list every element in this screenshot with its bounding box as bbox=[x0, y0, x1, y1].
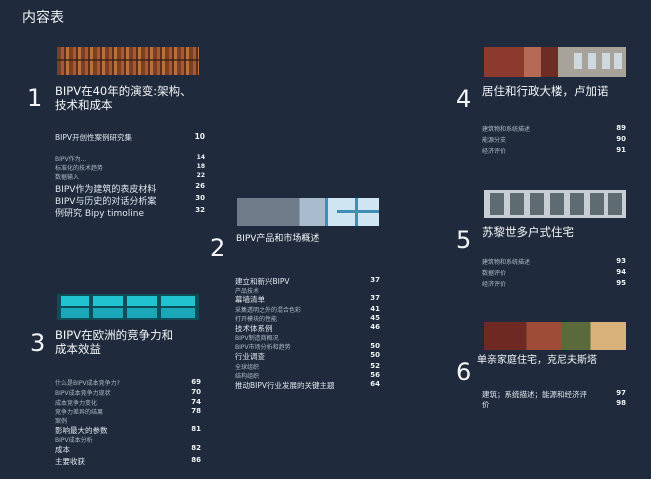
chapter-3-title: BIPV在欧洲的竞争力和 成本效益 bbox=[55, 328, 173, 356]
chapter-6-number: 6 bbox=[456, 358, 472, 386]
chapter-3-title-line-1: BIPV在欧洲的竞争力和 bbox=[55, 328, 174, 342]
chapter-6-title: 单亲家庭住宅，克尼夫斯塔 bbox=[477, 354, 597, 368]
chapter-5-title: 苏黎世多户式住宅 bbox=[482, 225, 574, 239]
page-title: 内容表 bbox=[22, 10, 64, 26]
chapter-6-thumbnail bbox=[484, 322, 626, 350]
chapter-1-number: 1 bbox=[27, 84, 43, 112]
chapter-3-title-line-2: 成本效益 bbox=[55, 342, 101, 356]
chapter-2-title: BIPV产品和市场概述 bbox=[236, 232, 319, 246]
chapter-1-title-line-2: 技术和成本 bbox=[55, 98, 113, 112]
chapter-1-thumbnail bbox=[57, 47, 199, 75]
chapter-4-number: 4 bbox=[456, 85, 472, 113]
chapter-2-number: 2 bbox=[210, 234, 226, 262]
chapter-5-number: 5 bbox=[456, 226, 472, 254]
chapter-4-title-line-1: 居住和行政大楼，卢加诺 bbox=[482, 84, 609, 98]
chapter-4-thumbnail bbox=[484, 47, 626, 77]
chapter-6-title-line-1: 单亲家庭住宅，克尼夫斯塔 bbox=[477, 355, 597, 366]
chapter-3-number: 3 bbox=[30, 329, 46, 357]
chapter-5-thumbnail bbox=[484, 190, 626, 218]
chapter-2-thumbnail bbox=[237, 198, 379, 226]
chapter-5-title-line-1: 苏黎世多户式住宅 bbox=[482, 225, 574, 239]
chapter-3-thumbnail bbox=[57, 294, 199, 320]
chapter-1-title: BIPV在40年的演变:架构、 技术和成本 bbox=[55, 84, 192, 112]
chapter-2-title-line-1: BIPV产品和市场概述 bbox=[236, 234, 320, 244]
chapter-4-title: 居住和行政大楼，卢加诺 bbox=[482, 84, 609, 98]
chapter-1-title-line-1: BIPV在40年的演变:架构、 bbox=[55, 84, 192, 98]
